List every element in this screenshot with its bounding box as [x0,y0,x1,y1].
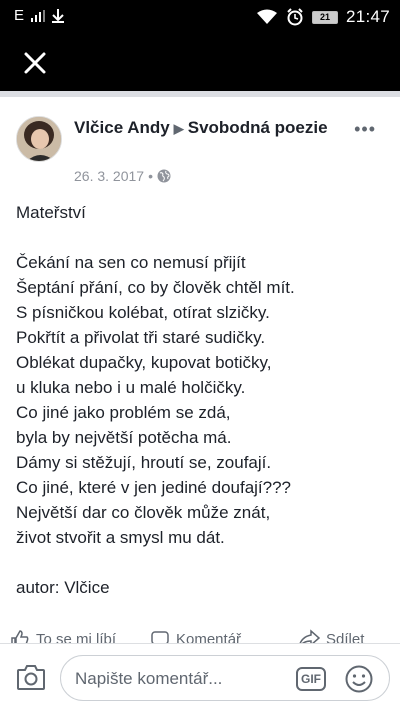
top-bar [0,34,400,91]
clock: 21:47 [345,7,390,26]
post-text-line [16,225,386,250]
gif-button[interactable]: GIF [296,667,326,691]
post-text-line: Oblékat dupačky, kupovat botičky, [16,353,272,372]
download-icon [52,8,65,23]
comment-bar: Napište komentář... GIF [0,643,400,712]
signal-icon [31,9,46,22]
comment-placeholder: Napište komentář... [75,669,223,688]
screen: E 21 21:47 Vlčice Andy ▶ Svobodná poezie… [0,0,400,712]
post-text-line: byla by největší potěcha má. [16,428,232,447]
post-text-line: u kluka nebo i u malé holčičky. [16,378,246,397]
post-text-line: život stvořit a smysl mu dát. [16,528,225,547]
battery-icon: 21 [311,10,338,24]
avatar[interactable] [16,116,62,162]
post-meta: 26. 3. 2017 • [74,168,171,184]
post-text-line: Šeptání přání, co by člověk chtěl mít. [16,278,295,297]
post-text-line: Mateřství [16,203,86,222]
meta-dot: • [148,168,153,184]
network-type: E [14,7,25,24]
camera-icon[interactable] [16,663,46,691]
status-bar: E 21 21:47 [0,0,400,34]
wifi-icon [256,9,277,24]
globe-icon [157,169,171,183]
post-text-line: Pokřtít a přivolat tři staré sudičky. [16,328,266,347]
post-date[interactable]: 26. 3. 2017 [74,168,144,184]
post-card: Vlčice Andy ▶ Svobodná poezie 26. 3. 2017 … [0,97,400,712]
post-text-line: Největší dar co člověk může znát, [16,503,271,522]
alarm-icon [287,8,303,26]
post-text: Mateřství Čekání na sen co nemusí přijít Š… [16,200,386,600]
share-arrow: ▶ [173,121,184,136]
post-text-line: autor: Vlčice [16,578,110,597]
post-text-line: Co jiné, které v jen jediné doufají??? [16,478,292,497]
emoji-icon[interactable] [344,664,374,694]
post-header: Vlčice Andy ▶ Svobodná poezie [74,116,344,140]
battery-level: 21 [319,12,330,22]
comment-input[interactable]: Napište komentář... GIF [60,655,390,701]
group-name[interactable]: Svobodná poezie [188,118,328,137]
post-text-line: S písničkou kolébat, otírat slzičky. [16,303,270,322]
more-options-button[interactable]: ••• [354,119,376,140]
post-text-line [16,550,386,575]
close-icon[interactable] [22,50,48,76]
post-text-line: Dámy si stěžují, hroutí se, zoufají. [16,453,272,472]
author-name[interactable]: Vlčice Andy [74,118,170,137]
post-text-line: Čekání na sen co nemusí přijít [16,253,246,272]
post-text-line: Co jiné jako problém se zdá, [16,403,231,422]
